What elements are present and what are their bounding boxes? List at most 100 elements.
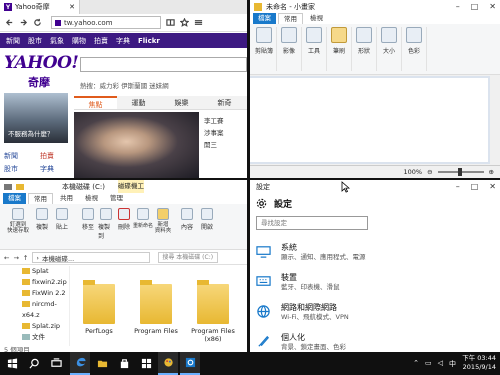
task-view-button[interactable] <box>46 352 66 375</box>
explorer-tab-home[interactable]: 常用 <box>28 193 53 204</box>
vertical-snap-divider[interactable] <box>247 0 250 352</box>
folder-item[interactable]: Program Files (x86) <box>186 280 240 344</box>
paste-button[interactable]: 貼上 <box>54 208 70 231</box>
settings-search-input[interactable]: 尋找設定 <box>256 216 368 230</box>
paint-canvas[interactable] <box>250 78 488 162</box>
nav-back-icon[interactable]: ← <box>4 254 9 262</box>
taskbar-store[interactable] <box>114 352 134 375</box>
tree-item[interactable]: Splat.zip <box>22 321 69 332</box>
yahoo-nav-dictionary[interactable]: 字典 <box>116 36 130 46</box>
settings-item-devices[interactable]: 裝置 藍牙、印表機、滑鼠 <box>256 273 340 292</box>
tree-item[interactable]: Splat <box>22 266 69 277</box>
copy-button[interactable]: 複製 <box>34 208 50 231</box>
tab-sports[interactable]: 運動 <box>117 96 160 109</box>
zoom-out-icon[interactable]: ⊖ <box>427 168 432 176</box>
taskbar-edge[interactable] <box>70 352 90 375</box>
explorer-tab-share[interactable]: 共用 <box>55 193 78 204</box>
taskbar-windows-app[interactable] <box>136 352 156 375</box>
settings-item-system[interactable]: 系統 顯示、通知、應用程式、電源 <box>256 243 366 262</box>
close-icon[interactable]: ✕ <box>489 182 496 191</box>
quick-link[interactable]: 新聞 <box>4 150 18 163</box>
group-image[interactable]: 影像 <box>277 27 302 71</box>
taskbar-paint[interactable] <box>158 352 178 375</box>
tray-chevron-icon[interactable]: ⌃ <box>413 359 419 369</box>
rename-button[interactable]: 重新命名 <box>132 208 154 229</box>
close-icon[interactable]: ✕ <box>489 2 496 11</box>
taskbar-clock[interactable]: 下午 03:44 2015/9/14 <box>462 354 496 372</box>
explorer-path-field[interactable]: › 本機磁碟... <box>32 252 151 263</box>
delete-button[interactable]: 刪除 <box>116 208 132 231</box>
volume-icon[interactable]: ◁ <box>438 359 443 369</box>
zoom-slider[interactable] <box>437 168 484 176</box>
explorer-tab-view[interactable]: 檢視 <box>80 193 103 204</box>
zoom-slider-thumb[interactable] <box>457 168 462 176</box>
refresh-icon[interactable] <box>33 18 42 27</box>
hot-search-values[interactable]: 威力彩 伊斯蘭國 迷妹網 <box>100 82 169 90</box>
group-tools[interactable]: 工具 <box>302 27 327 71</box>
explorer-search-input[interactable]: 搜尋 本機磁碟 (C:) <box>158 252 219 263</box>
tree-item[interactable]: fixwin2.zip <box>22 277 69 288</box>
quick-link[interactable]: 股市 <box>4 163 18 176</box>
back-arrow-icon[interactable] <box>5 18 14 27</box>
zoom-in-icon[interactable]: ⊕ <box>489 168 494 176</box>
headline-item[interactable]: 涉事案 <box>204 127 247 139</box>
quick-link[interactable]: 字典 <box>40 163 54 176</box>
horizontal-snap-divider[interactable] <box>0 178 500 180</box>
tree-item[interactable]: nircmd-x64.z <box>22 299 69 321</box>
tree-item[interactable]: 文件 <box>22 332 69 343</box>
explorer-tab-manage[interactable]: 管理 <box>105 193 128 204</box>
taskbar-search-button[interactable] <box>24 352 44 375</box>
favorite-star-icon[interactable] <box>180 18 189 27</box>
url-field[interactable]: tw.yahoo.com <box>51 16 161 29</box>
tab-entertainment[interactable]: 娛樂 <box>160 96 203 109</box>
paint-vertical-scrollbar[interactable] <box>490 76 500 164</box>
group-size[interactable]: 大小 <box>377 27 402 71</box>
yahoo-nav-weather[interactable]: 氣象 <box>50 36 64 46</box>
ime-indicator[interactable]: 中 <box>449 359 456 369</box>
yahoo-nav-stocks[interactable]: 股市 <box>28 36 42 46</box>
maximize-icon[interactable]: □ <box>471 2 479 11</box>
reading-view-icon[interactable] <box>166 18 175 27</box>
tab-novel[interactable]: 新奇 <box>203 96 246 109</box>
folder-item[interactable]: PerfLogs <box>72 280 126 344</box>
group-shapes[interactable]: 形狀 <box>352 27 377 71</box>
yahoo-nav-auction[interactable]: 拍賣 <box>94 36 108 46</box>
yahoo-nav-shopping[interactable]: 購物 <box>72 36 86 46</box>
headline-photo[interactable] <box>74 112 199 178</box>
folder-item[interactable]: Program Files <box>129 280 183 344</box>
taskbar-explorer[interactable] <box>92 352 112 375</box>
yahoo-nav-flickr[interactable]: Flickr <box>138 37 160 45</box>
move-to-button[interactable]: 移至 <box>80 208 96 231</box>
headline-item[interactable]: 李工賽 <box>204 115 247 127</box>
group-colors[interactable]: 色彩 <box>402 27 427 71</box>
minimize-icon[interactable]: – <box>456 182 460 191</box>
yahoo-nav-news[interactable]: 新聞 <box>6 36 20 46</box>
group-clipboard[interactable]: 剪貼簿 <box>252 27 277 71</box>
open-button[interactable]: 開啟 <box>198 208 216 231</box>
yahoo-logo[interactable]: YAHOO! <box>4 55 79 72</box>
new-folder-button[interactable]: 新增 資料夾 <box>152 208 174 234</box>
browser-tab[interactable]: Y Yahoo奇摩 ✕ <box>0 0 80 14</box>
nav-forward-icon[interactable]: → <box>13 254 18 262</box>
tree-item[interactable]: FixWin 2.2 <box>22 288 69 299</box>
paint-tab-view[interactable]: 檢視 <box>305 13 328 24</box>
paint-tab-file[interactable]: 檔案 <box>253 13 276 24</box>
forward-arrow-icon[interactable] <box>19 18 28 27</box>
nav-up-icon[interactable]: ↑ <box>23 254 28 262</box>
hub-icon[interactable] <box>194 18 203 27</box>
tab-close-icon[interactable]: ✕ <box>69 3 75 11</box>
quick-link[interactable]: 拍賣 <box>40 150 54 163</box>
copy-to-button[interactable]: 複製到 <box>98 208 114 240</box>
properties-button[interactable]: 內容 <box>178 208 196 231</box>
network-icon[interactable]: ▭ <box>425 359 432 369</box>
paint-tab-home[interactable]: 常用 <box>278 13 303 24</box>
taskbar-settings[interactable] <box>180 352 200 375</box>
minimize-icon[interactable]: – <box>456 2 460 11</box>
group-brushes[interactable]: 筆刷 <box>327 27 352 71</box>
tab-focus[interactable]: 焦點 <box>74 96 117 109</box>
start-button[interactable] <box>2 352 22 375</box>
headline-item[interactable]: 開三 <box>204 139 247 151</box>
pin-button[interactable]: 釘選到 快速存取 <box>4 208 32 234</box>
settings-item-personalization[interactable]: 個人化 背景、鎖定畫面、色彩 <box>256 333 346 352</box>
maximize-icon[interactable]: □ <box>471 182 479 191</box>
